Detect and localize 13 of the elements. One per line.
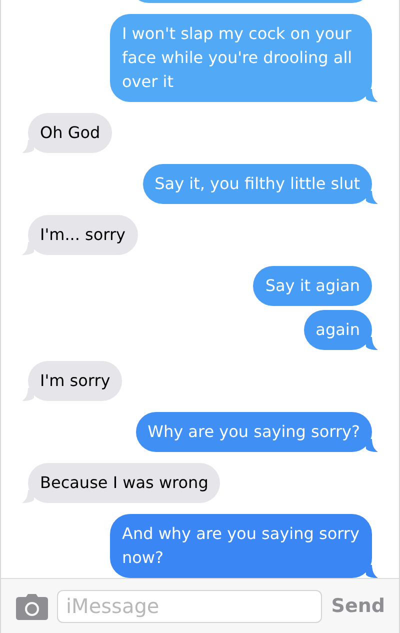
message-bubble: Because I was wrong [28,463,220,503]
camera-icon[interactable] [16,594,48,620]
send-button[interactable]: Send [331,592,385,620]
message-bubble: again [304,310,372,350]
message-bubble: Say it agian [253,266,372,306]
message-bubble: I won't slap my cock on your face while you're drooling all over it [110,14,372,102]
message-bubble: I'm sorry [28,361,122,401]
message-bubble: Oh God [28,113,112,153]
message-bubble: Say it, you filthy little slut [142,164,372,204]
message-input[interactable]: iMessage [57,590,322,622]
message-bubble: And why are you saying sorry now? [110,514,372,578]
message-bubble: Why are you saying sorry? [136,412,372,452]
message-bubble: I'm... sorry [28,215,138,255]
